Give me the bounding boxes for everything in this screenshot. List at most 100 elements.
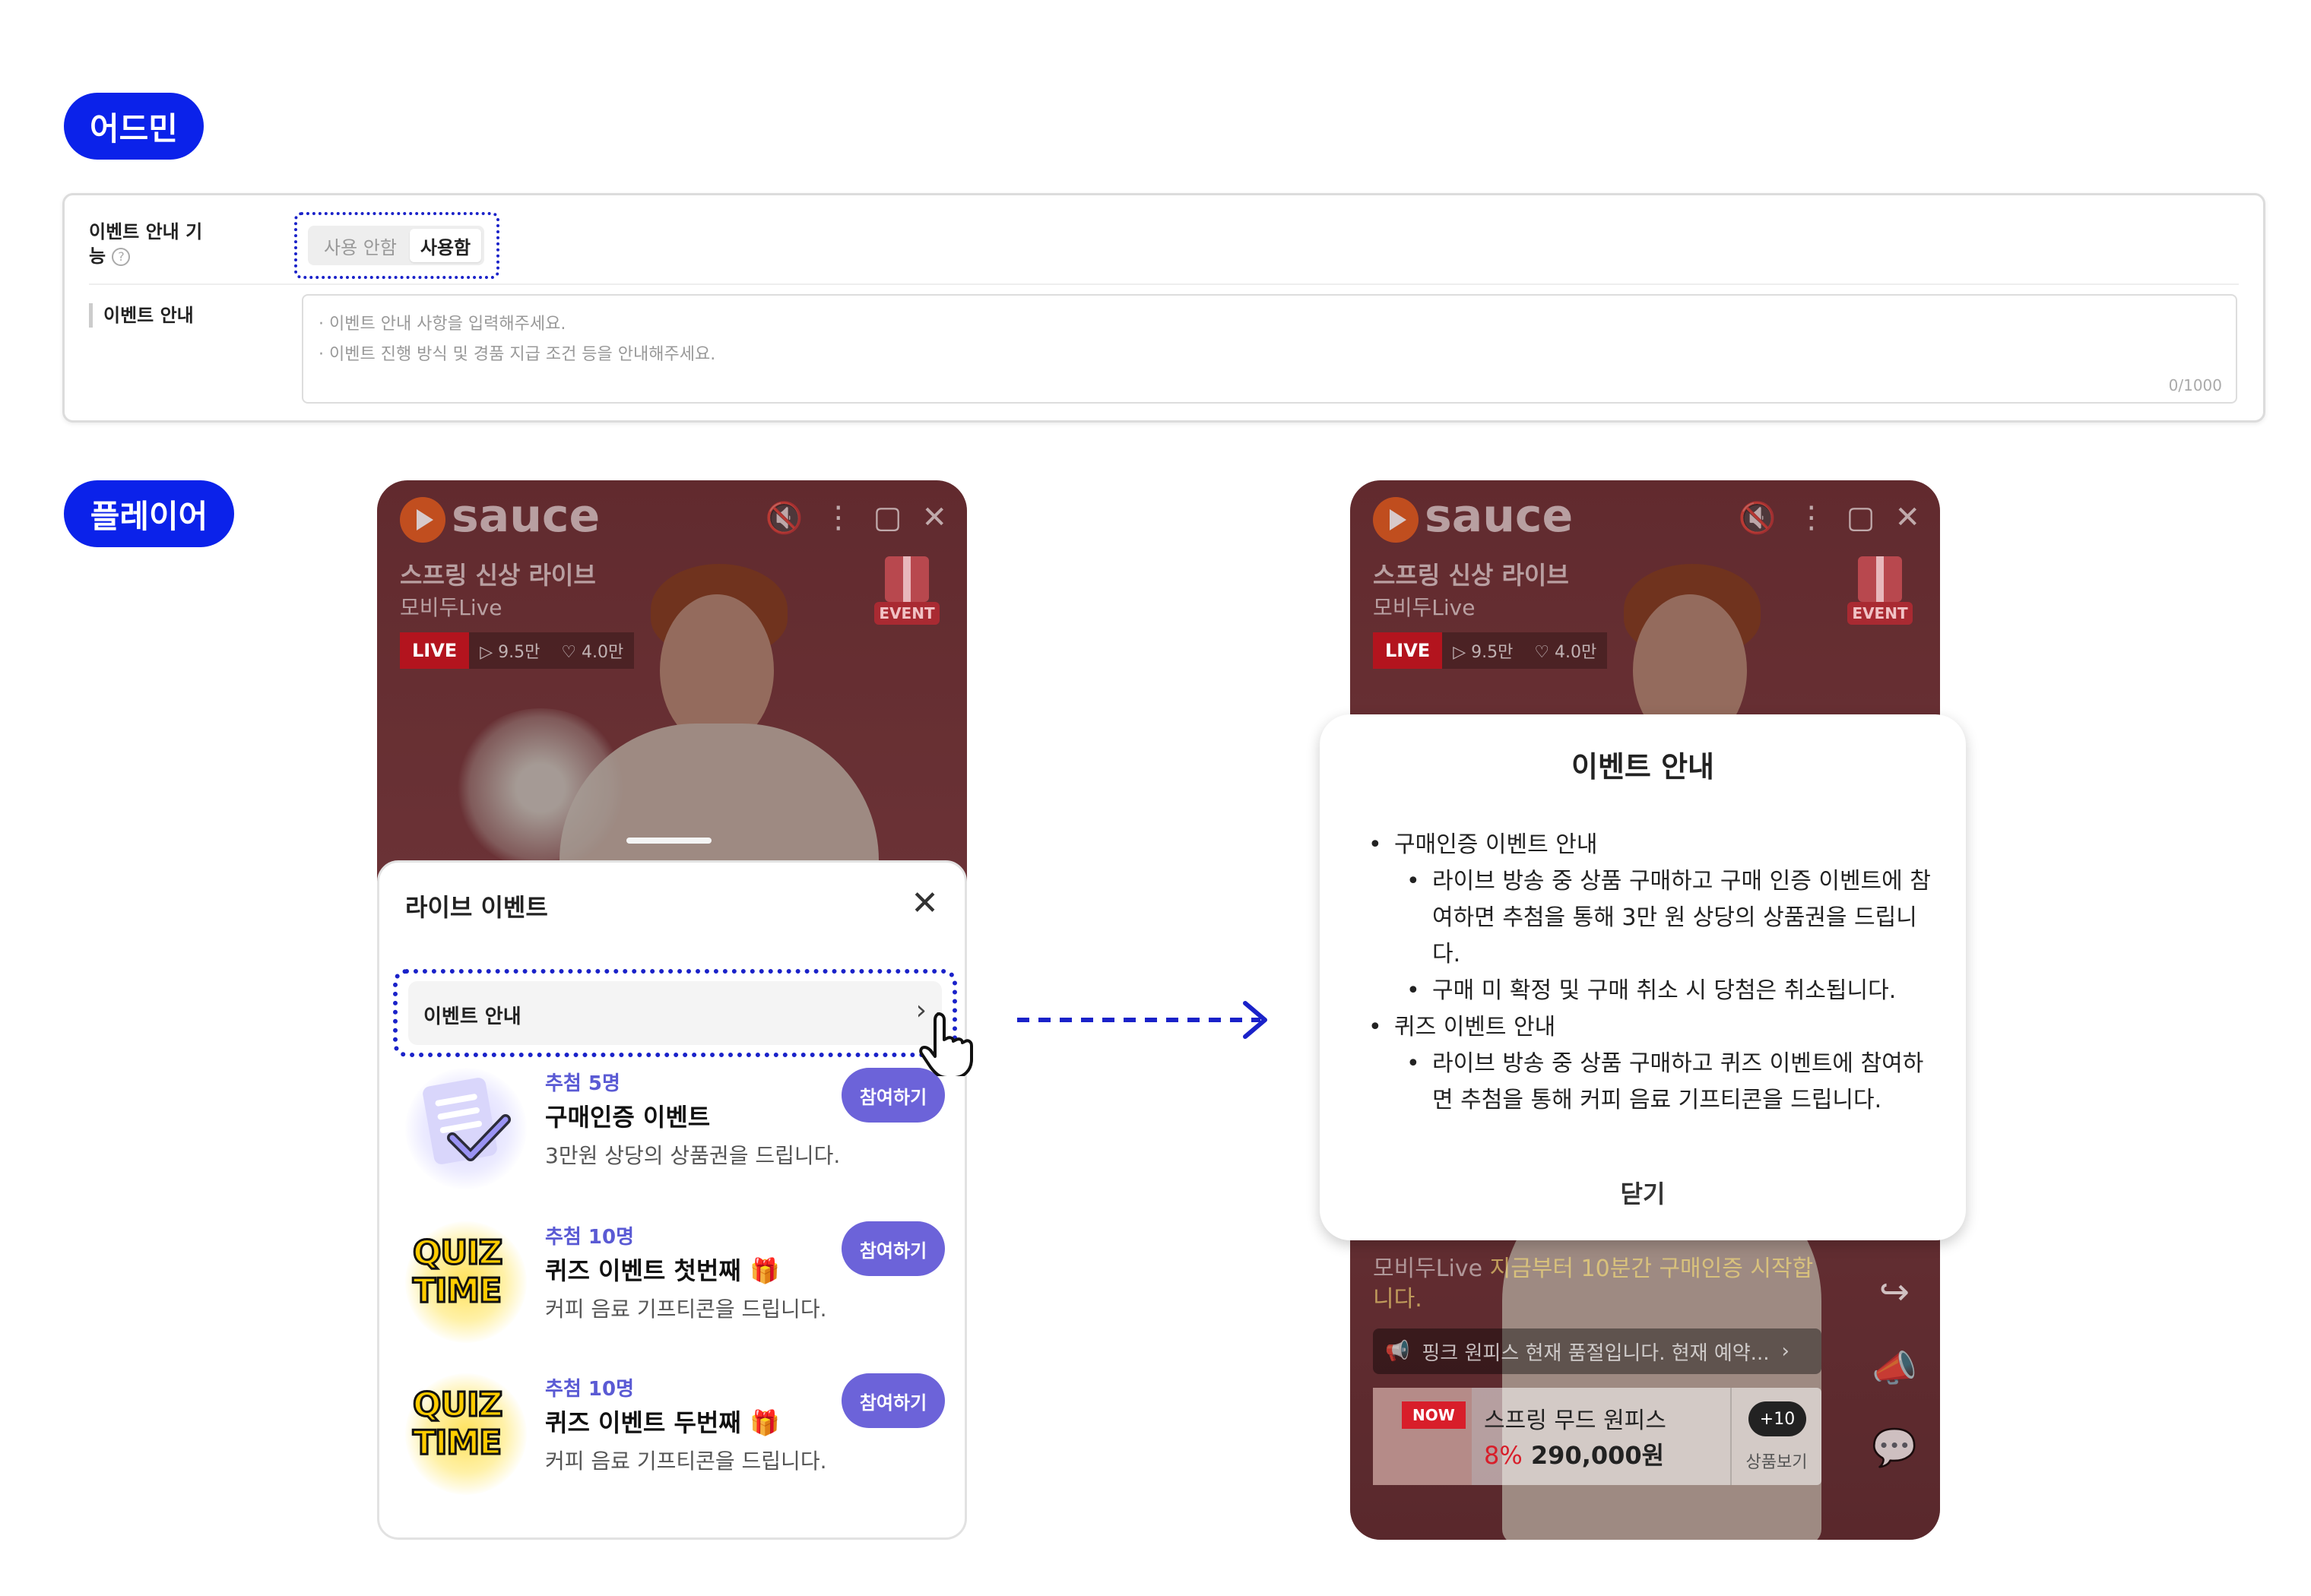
event-winners: 추첨 10명 [545, 1226, 634, 1249]
like-count: ♡ 4.0만 [561, 643, 624, 662]
quiz-illustration: QUIZ TIME [405, 1221, 527, 1343]
quiz-word: QUIZ [411, 1385, 503, 1426]
event-name: 퀴즈 이벤트 두번째 🎁 [545, 1408, 780, 1437]
sheet-grabber[interactable] [626, 838, 712, 844]
view-count: ▷ 9.5만 [1453, 643, 1514, 662]
more-label: 상품보기 [1745, 1453, 1808, 1472]
notice-textarea[interactable]: · 이벤트 안내 사항을 입력해주세요. · 이벤트 진행 방식 및 경품 지급… [302, 294, 2237, 404]
placeholder-line-1: · 이벤트 안내 사항을 입력해주세요. [319, 315, 566, 334]
close-icon[interactable]: ✕ [911, 884, 939, 923]
quiz-illustration: QUIZ TIME [405, 1373, 527, 1495]
toggle-on-option[interactable]: 사용함 [410, 229, 481, 262]
toggle-highlight: 사용 안함 사용함 [294, 212, 499, 279]
notice-placeholder: · 이벤트 안내 사항을 입력해주세요. · 이벤트 진행 방식 및 경품 지급… [319, 309, 715, 370]
pinned-notice[interactable]: 📢 핑크 원피스 현재 품절입니다. 현재 예약... › [1373, 1328, 1821, 1374]
event-item: QUIZ TIME 추첨 10명 퀴즈 이벤트 두번째 🎁 커피 음료 기프티콘… [405, 1373, 945, 1510]
share-icon[interactable]: ↪ [1872, 1271, 1917, 1316]
chat-icon[interactable]: 💬 [1872, 1426, 1917, 1471]
broadcast-title: 스프링 신상 라이브 [1373, 561, 1569, 590]
notice-label: 이벤트 안내 [89, 303, 194, 328]
live-badge: LIVE [1373, 632, 1443, 669]
event-notice-modal: 이벤트 안내 구매인증 이벤트 안내 라이브 방송 중 상품 구매하고 구매 인… [1320, 714, 1966, 1240]
player-controls: 🔇 ⋮ ▢ ✕ [1739, 500, 1920, 536]
pip-icon[interactable]: ▢ [1847, 500, 1875, 536]
broadcast-title: 스프링 신상 라이브 [400, 561, 596, 590]
chat-user: 모비두Live [1373, 1256, 1483, 1282]
time-word: TIME [411, 1271, 502, 1312]
section-label-player: 플레이어 [64, 480, 234, 547]
event-item: 추첨 5명 구매인증 이벤트 3만원 상당의 상품권을 드립니다. 참여하기 [405, 1068, 945, 1205]
modal-close-button[interactable]: 닫기 [1320, 1175, 1966, 1210]
event-button[interactable]: EVENT [874, 556, 940, 629]
product-price: 8% 290,000원 [1484, 1436, 1664, 1471]
event-item: QUIZ TIME 추첨 10명 퀴즈 이벤트 첫번째 🎁 커피 음료 기프티콘… [405, 1221, 945, 1358]
mute-icon[interactable]: 🔇 [766, 500, 804, 536]
flow-arrow-icon [1017, 1001, 1267, 1039]
more-icon[interactable]: ⋮ [1796, 500, 1827, 536]
product-discount: 8% [1484, 1441, 1523, 1470]
feature-label: 이벤트 안내 기능 ? [89, 220, 203, 268]
toggle-off-option[interactable]: 사용 안함 [311, 229, 410, 262]
chat-message: 모비두Live 지금부터 10분간 구매인증 시작합니다. [1373, 1254, 1829, 1315]
more-products-button[interactable]: +10 상품보기 [1730, 1388, 1821, 1485]
chevron-right-icon: › [1781, 1340, 1790, 1363]
player-controls: 🔇 ⋮ ▢ ✕ [766, 500, 947, 536]
time-word: TIME [411, 1423, 502, 1464]
admin-panel: 이벤트 안내 기능 ? 사용 안함 사용함 이벤트 안내 · 이벤트 안내 사항… [62, 193, 2265, 423]
notice-subitem: 라이브 방송 중 상품 구매하고 퀴즈 이벤트에 참여하면 추첨을 통해 커피 … [1368, 1046, 1939, 1119]
notice-subitem: 구매 미 확정 및 구매 취소 시 당첨은 취소됩니다. [1368, 973, 1939, 1009]
sheet-title: 라이브 이벤트 [405, 893, 548, 922]
close-icon[interactable]: ✕ [1894, 500, 1920, 536]
admin-feature-row: 이벤트 안내 기능 ? 사용 안함 사용함 [89, 195, 2239, 285]
section-label-admin: 어드민 [64, 93, 204, 160]
event-notice-label: 이벤트 안내 [423, 1005, 521, 1028]
broadcast-stats: LIVE ▷ 9.5만 ♡ 4.0만 [1373, 632, 1608, 669]
help-icon[interactable]: ? [112, 248, 131, 266]
like-count: ♡ 4.0만 [1534, 643, 1597, 662]
sauce-logo: sauce [1425, 489, 1574, 543]
join-button[interactable]: 참여하기 [842, 1221, 945, 1276]
pointer-hand-icon [919, 1012, 973, 1076]
more-count: +10 [1748, 1401, 1806, 1436]
modal-body: 구매인증 이벤트 안내 라이브 방송 중 상품 구매하고 구매 인증 이벤트에 … [1368, 827, 1939, 1119]
event-tag: EVENT [1847, 602, 1913, 625]
broadcast-channel: 모비두Live [1373, 595, 1476, 620]
event-notice-row[interactable]: 이벤트 안내 › [408, 981, 942, 1045]
quiz-word: QUIZ [411, 1233, 503, 1274]
broadcast-channel: 모비두Live [400, 595, 502, 620]
event-winners: 추첨 5명 [545, 1072, 620, 1095]
event-button[interactable]: EVENT [1847, 556, 1913, 629]
use-toggle[interactable]: 사용 안함 사용함 [308, 226, 484, 265]
product-name: 스프링 무드 원피스 [1484, 1408, 1666, 1434]
product-price-value: 290,000원 [1530, 1441, 1665, 1470]
notice-subitem: 라이브 방송 중 상품 구매하고 구매 인증 이벤트에 참여하면 추첨을 통해 … [1368, 863, 1939, 973]
notice-item: 퀴즈 이벤트 안내 [1368, 1009, 1939, 1046]
event-name: 퀴즈 이벤트 첫번째 🎁 [545, 1256, 780, 1285]
modal-title: 이벤트 안내 [1571, 750, 1715, 784]
megaphone-icon: 📢 [1385, 1340, 1410, 1363]
pip-icon[interactable]: ▢ [873, 500, 902, 536]
feature-label-text: 이벤트 안내 기능 [89, 221, 203, 267]
megaphone-icon[interactable]: 📣 [1872, 1347, 1917, 1392]
product-card[interactable]: NOW 스프링 무드 원피스 8% 290,000원 +10 상품보기 [1373, 1388, 1821, 1485]
join-button[interactable]: 참여하기 [842, 1373, 945, 1428]
more-icon[interactable]: ⋮ [823, 500, 854, 536]
gift-icon [885, 556, 929, 602]
now-badge: NOW [1402, 1401, 1466, 1429]
event-desc: 3만원 상당의 상품권을 드립니다. [545, 1143, 841, 1168]
event-desc: 커피 음료 기프티콘을 드립니다. [545, 1449, 827, 1474]
view-count: ▷ 9.5만 [480, 643, 541, 662]
event-tag: EVENT [874, 602, 940, 625]
notice-highlight: 이벤트 안내 › [393, 969, 957, 1057]
mute-icon[interactable]: 🔇 [1739, 500, 1777, 536]
sauce-logo: sauce [452, 489, 601, 543]
placeholder-line-2: · 이벤트 진행 방식 및 경품 지급 조건 등을 안내해주세요. [319, 345, 716, 364]
close-icon[interactable]: ✕ [921, 500, 947, 536]
event-desc: 커피 음료 기프티콘을 드립니다. [545, 1297, 827, 1322]
event-name: 구매인증 이벤트 [545, 1103, 711, 1132]
char-counter: 0/1000 [2168, 376, 2222, 394]
sauce-logo-icon [1373, 497, 1419, 543]
checkmark-icon [447, 1114, 511, 1161]
notice-item: 구매인증 이벤트 안내 [1368, 827, 1939, 863]
gift-icon [1858, 556, 1902, 602]
